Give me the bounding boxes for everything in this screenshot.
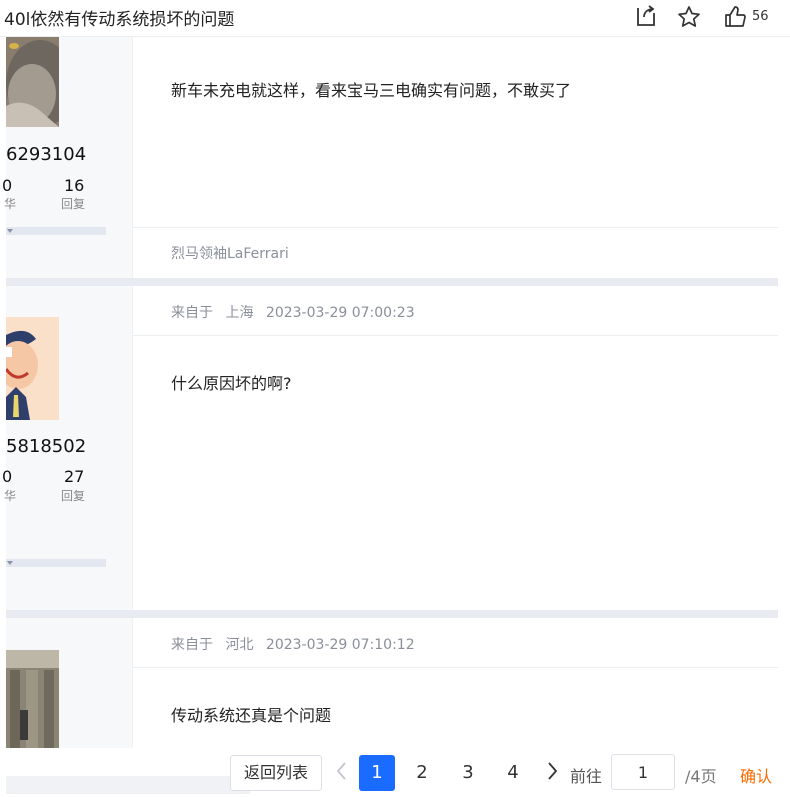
reply-label: 回复 [61,489,86,503]
post-location: 河北 [225,637,254,653]
avatar[interactable] [6,650,59,748]
avatar[interactable] [6,36,59,127]
from-label: 来自于 [171,637,213,653]
goto-label: 前往 [570,767,603,786]
post-content: 新车未充电就这样，看来宝马三电确实有问题，不敢买了 [171,81,572,100]
divider [133,667,778,668]
back-to-list-button[interactable]: 返回列表 [230,755,322,791]
divider [133,227,778,228]
caret-down-icon [7,229,13,233]
page-3-button[interactable]: 3 [450,755,486,791]
level-bar [6,559,106,567]
stat-value: 0 [2,467,13,486]
thread-actions: 56 [630,4,790,30]
post-time: 2023-03-29 07:10:12 [265,637,415,653]
reply-count: 27 [64,467,85,486]
user-panel: 5818502 0 华 27 回复 [2,286,133,610]
stat-label: 华 [4,197,17,211]
post-content: 传动系统还真是个问题 [171,706,332,725]
user-id[interactable]: 6293104 [6,144,86,165]
star-icon[interactable] [676,4,702,30]
post-separator [6,610,778,618]
total-pages-label: /4页 [685,767,717,786]
reply-count: 16 [64,176,85,195]
avatar[interactable] [6,317,59,420]
post-separator [6,278,778,286]
thread-header: 40l依然有传动系统损坏的问题 56 [0,0,790,37]
reply-label: 回复 [61,197,86,211]
post-content: 什么原因坏的啊? [171,374,292,393]
thread-title: 40l依然有传动系统损坏的问题 [4,10,235,30]
thumbs-up-icon[interactable] [722,4,748,30]
user-id[interactable]: 5818502 [6,436,86,457]
divider [133,335,778,336]
share-icon[interactable] [632,4,658,30]
chevron-left-icon[interactable] [334,760,350,782]
page-number-input[interactable] [611,754,675,790]
page-1-button[interactable]: 1 [359,755,395,791]
post-time: 2023-03-29 07:00:23 [265,305,415,321]
page-2-button[interactable]: 2 [404,755,440,791]
user-panel: 6293104 0 华 16 回复 [2,36,133,278]
level-bar [6,227,106,235]
stat-value: 0 [2,176,13,195]
from-label: 来自于 [171,305,213,321]
user-panel [6,618,133,748]
chevron-right-icon[interactable] [544,760,560,782]
pagination: 返回列表 1 2 3 4 前往 /4页 确认 [0,748,790,797]
caret-down-icon [7,561,13,565]
post-body: 来自于 河北 2023-03-29 07:10:12 传动系统还真是个问题 [133,618,778,748]
confirm-button[interactable]: 确认 [740,763,772,787]
page-4-button[interactable]: 4 [495,755,531,791]
post-location: 上海 [225,305,254,321]
post-meta: 来自于 河北 2023-03-29 07:10:12 [171,634,423,654]
post-meta: 来自于 上海 2023-03-29 07:00:23 [171,302,423,322]
post-signature: 烈马领袖LaFerrari [171,246,289,262]
post-body: 新车未充电就这样，看来宝马三电确实有问题，不敢买了 烈马领袖LaFerrari [133,36,778,278]
stat-label: 华 [4,489,17,503]
like-count: 56 [752,9,769,24]
placeholder-bar [6,776,250,794]
post-body: 来自于 上海 2023-03-29 07:00:23 什么原因坏的啊? [133,286,778,610]
